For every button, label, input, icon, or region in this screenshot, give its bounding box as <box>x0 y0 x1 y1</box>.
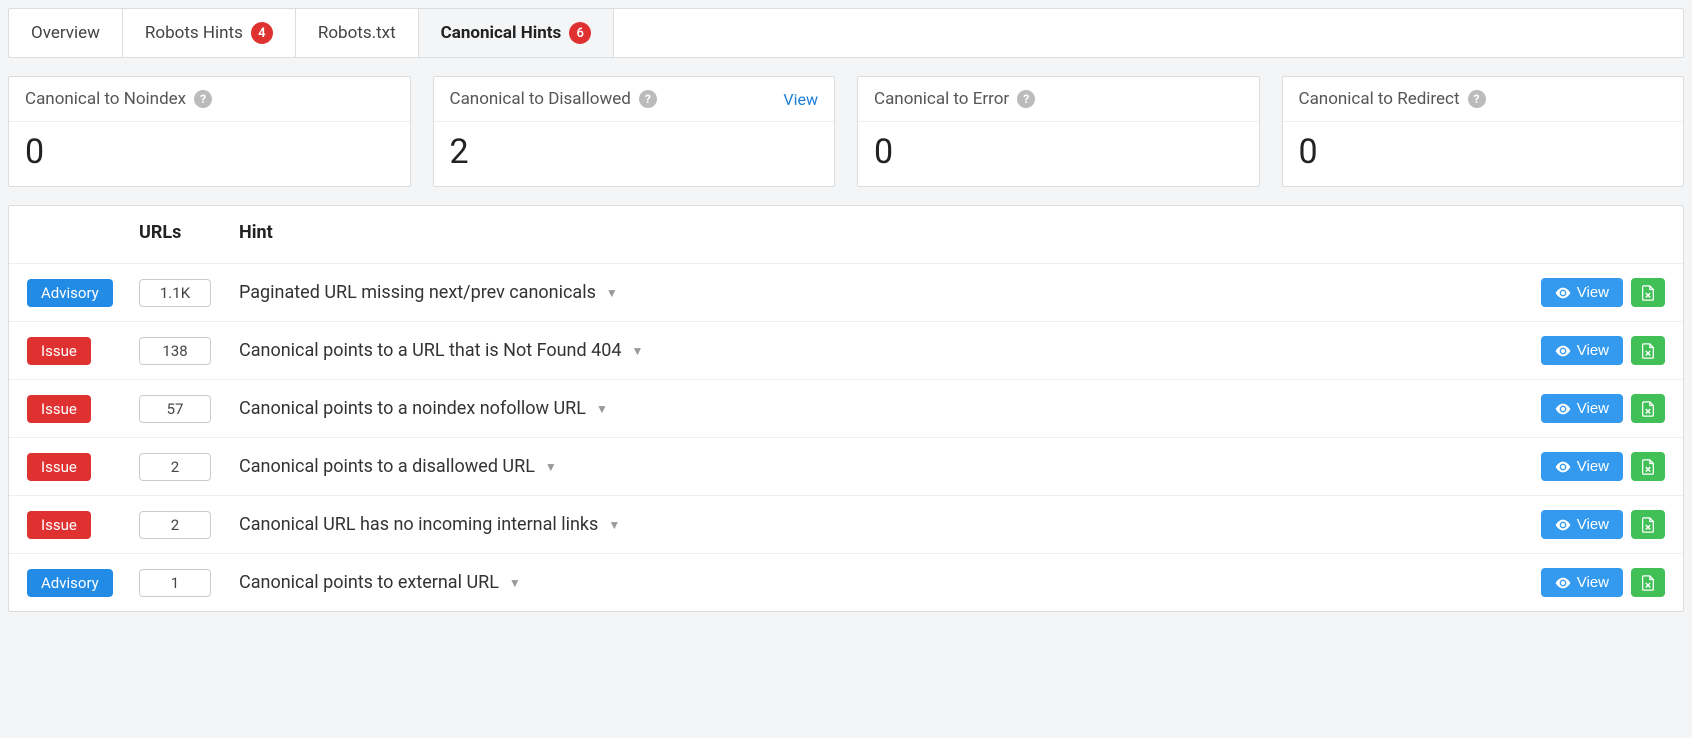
url-count: 138 <box>139 337 211 365</box>
chevron-down-icon: ▼ <box>606 286 618 300</box>
eye-icon <box>1555 577 1571 589</box>
card-view-link[interactable]: View <box>783 90 818 109</box>
excel-icon <box>1641 575 1655 591</box>
export-button[interactable] <box>1631 568 1665 597</box>
eye-icon <box>1555 403 1571 415</box>
table-row: Issue 57 Canonical points to a noindex nof… <box>9 380 1683 438</box>
hint-text[interactable]: Canonical URL has no incoming internal l… <box>239 514 1541 535</box>
hint-text[interactable]: Canonical points to a disallowed URL▼ <box>239 456 1541 477</box>
tab-canonical-hints[interactable]: Canonical Hints 6 <box>419 9 615 57</box>
card-title: Canonical to Noindex <box>25 89 186 109</box>
chevron-down-icon: ▼ <box>631 344 643 358</box>
table-row: Issue 138 Canonical points to a URL that i… <box>9 322 1683 380</box>
help-icon[interactable]: ? <box>1468 90 1486 108</box>
tab-robots-txt[interactable]: Robots.txt <box>296 9 419 57</box>
excel-icon <box>1641 343 1655 359</box>
table-header: URLs Hint <box>9 206 1683 264</box>
tab-label: Robots Hints <box>145 23 243 43</box>
export-button[interactable] <box>1631 510 1665 539</box>
url-count: 2 <box>139 511 211 539</box>
card-value: 0 <box>858 122 1259 186</box>
excel-icon <box>1641 401 1655 417</box>
url-count: 1 <box>139 569 211 597</box>
chevron-down-icon: ▼ <box>608 518 620 532</box>
view-button[interactable]: View <box>1541 394 1623 423</box>
tab-robots-hints[interactable]: Robots Hints 4 <box>123 9 296 57</box>
summary-card: Canonical to Disallowed? View 2 <box>433 76 836 187</box>
table-row: Advisory 1 Canonical points to external UR… <box>9 554 1683 611</box>
excel-icon <box>1641 459 1655 475</box>
eye-icon <box>1555 519 1571 531</box>
url-count: 2 <box>139 453 211 481</box>
view-button[interactable]: View <box>1541 452 1623 481</box>
card-value: 2 <box>434 122 835 186</box>
excel-icon <box>1641 285 1655 301</box>
help-icon[interactable]: ? <box>194 90 212 108</box>
advisory-tag: Advisory <box>27 279 113 307</box>
hint-text[interactable]: Canonical points to a URL that is Not Fo… <box>239 340 1541 361</box>
table-row: Issue 2 Canonical URL has no incoming inte… <box>9 496 1683 554</box>
view-button[interactable]: View <box>1541 510 1623 539</box>
eye-icon <box>1555 345 1571 357</box>
export-button[interactable] <box>1631 452 1665 481</box>
tab-label: Canonical Hints <box>441 23 562 43</box>
hints-table: URLs Hint Advisory 1.1K Paginated URL miss… <box>8 205 1684 612</box>
card-value: 0 <box>9 122 410 186</box>
card-title: Canonical to Disallowed <box>450 89 631 109</box>
url-count: 1.1K <box>139 279 211 307</box>
hint-text[interactable]: Canonical points to a noindex nofollow U… <box>239 398 1541 419</box>
header-urls: URLs <box>139 222 239 243</box>
issue-tag: Issue <box>27 337 91 365</box>
view-button[interactable]: View <box>1541 336 1623 365</box>
eye-icon <box>1555 287 1571 299</box>
summary-card: Canonical to Redirect? 0 <box>1282 76 1685 187</box>
table-row: Advisory 1.1K Paginated URL missing next/p… <box>9 264 1683 322</box>
tab-label: Overview <box>31 23 100 43</box>
card-title: Canonical to Redirect <box>1299 89 1460 109</box>
export-button[interactable] <box>1631 336 1665 365</box>
chevron-down-icon: ▼ <box>596 402 608 416</box>
tab-overview[interactable]: Overview <box>9 9 123 57</box>
export-button[interactable] <box>1631 278 1665 307</box>
help-icon[interactable]: ? <box>639 90 657 108</box>
tab-badge: 6 <box>569 22 591 44</box>
eye-icon <box>1555 461 1571 473</box>
card-title: Canonical to Error <box>874 89 1009 109</box>
card-value: 0 <box>1283 122 1684 186</box>
url-count: 57 <box>139 395 211 423</box>
help-icon[interactable]: ? <box>1017 90 1035 108</box>
export-button[interactable] <box>1631 394 1665 423</box>
chevron-down-icon: ▼ <box>545 460 557 474</box>
view-button[interactable]: View <box>1541 568 1623 597</box>
summary-card: Canonical to Error? 0 <box>857 76 1260 187</box>
chevron-down-icon: ▼ <box>509 576 521 590</box>
view-button[interactable]: View <box>1541 278 1623 307</box>
issue-tag: Issue <box>27 453 91 481</box>
summary-card: Canonical to Noindex? 0 <box>8 76 411 187</box>
issue-tag: Issue <box>27 511 91 539</box>
header-hint: Hint <box>239 222 1665 243</box>
excel-icon <box>1641 517 1655 533</box>
tab-label: Robots.txt <box>318 23 396 43</box>
tabs-container: Overview Robots Hints 4 Robots.txt Canonical… <box>8 8 1684 58</box>
table-row: Issue 2 Canonical points to a disallowed U… <box>9 438 1683 496</box>
tab-badge: 4 <box>251 22 273 44</box>
hint-text[interactable]: Paginated URL missing next/prev canonica… <box>239 282 1541 303</box>
summary-row: Canonical to Noindex? 0 Canonical to Disal… <box>8 76 1684 187</box>
issue-tag: Issue <box>27 395 91 423</box>
advisory-tag: Advisory <box>27 569 113 597</box>
hint-text[interactable]: Canonical points to external URL▼ <box>239 572 1541 593</box>
